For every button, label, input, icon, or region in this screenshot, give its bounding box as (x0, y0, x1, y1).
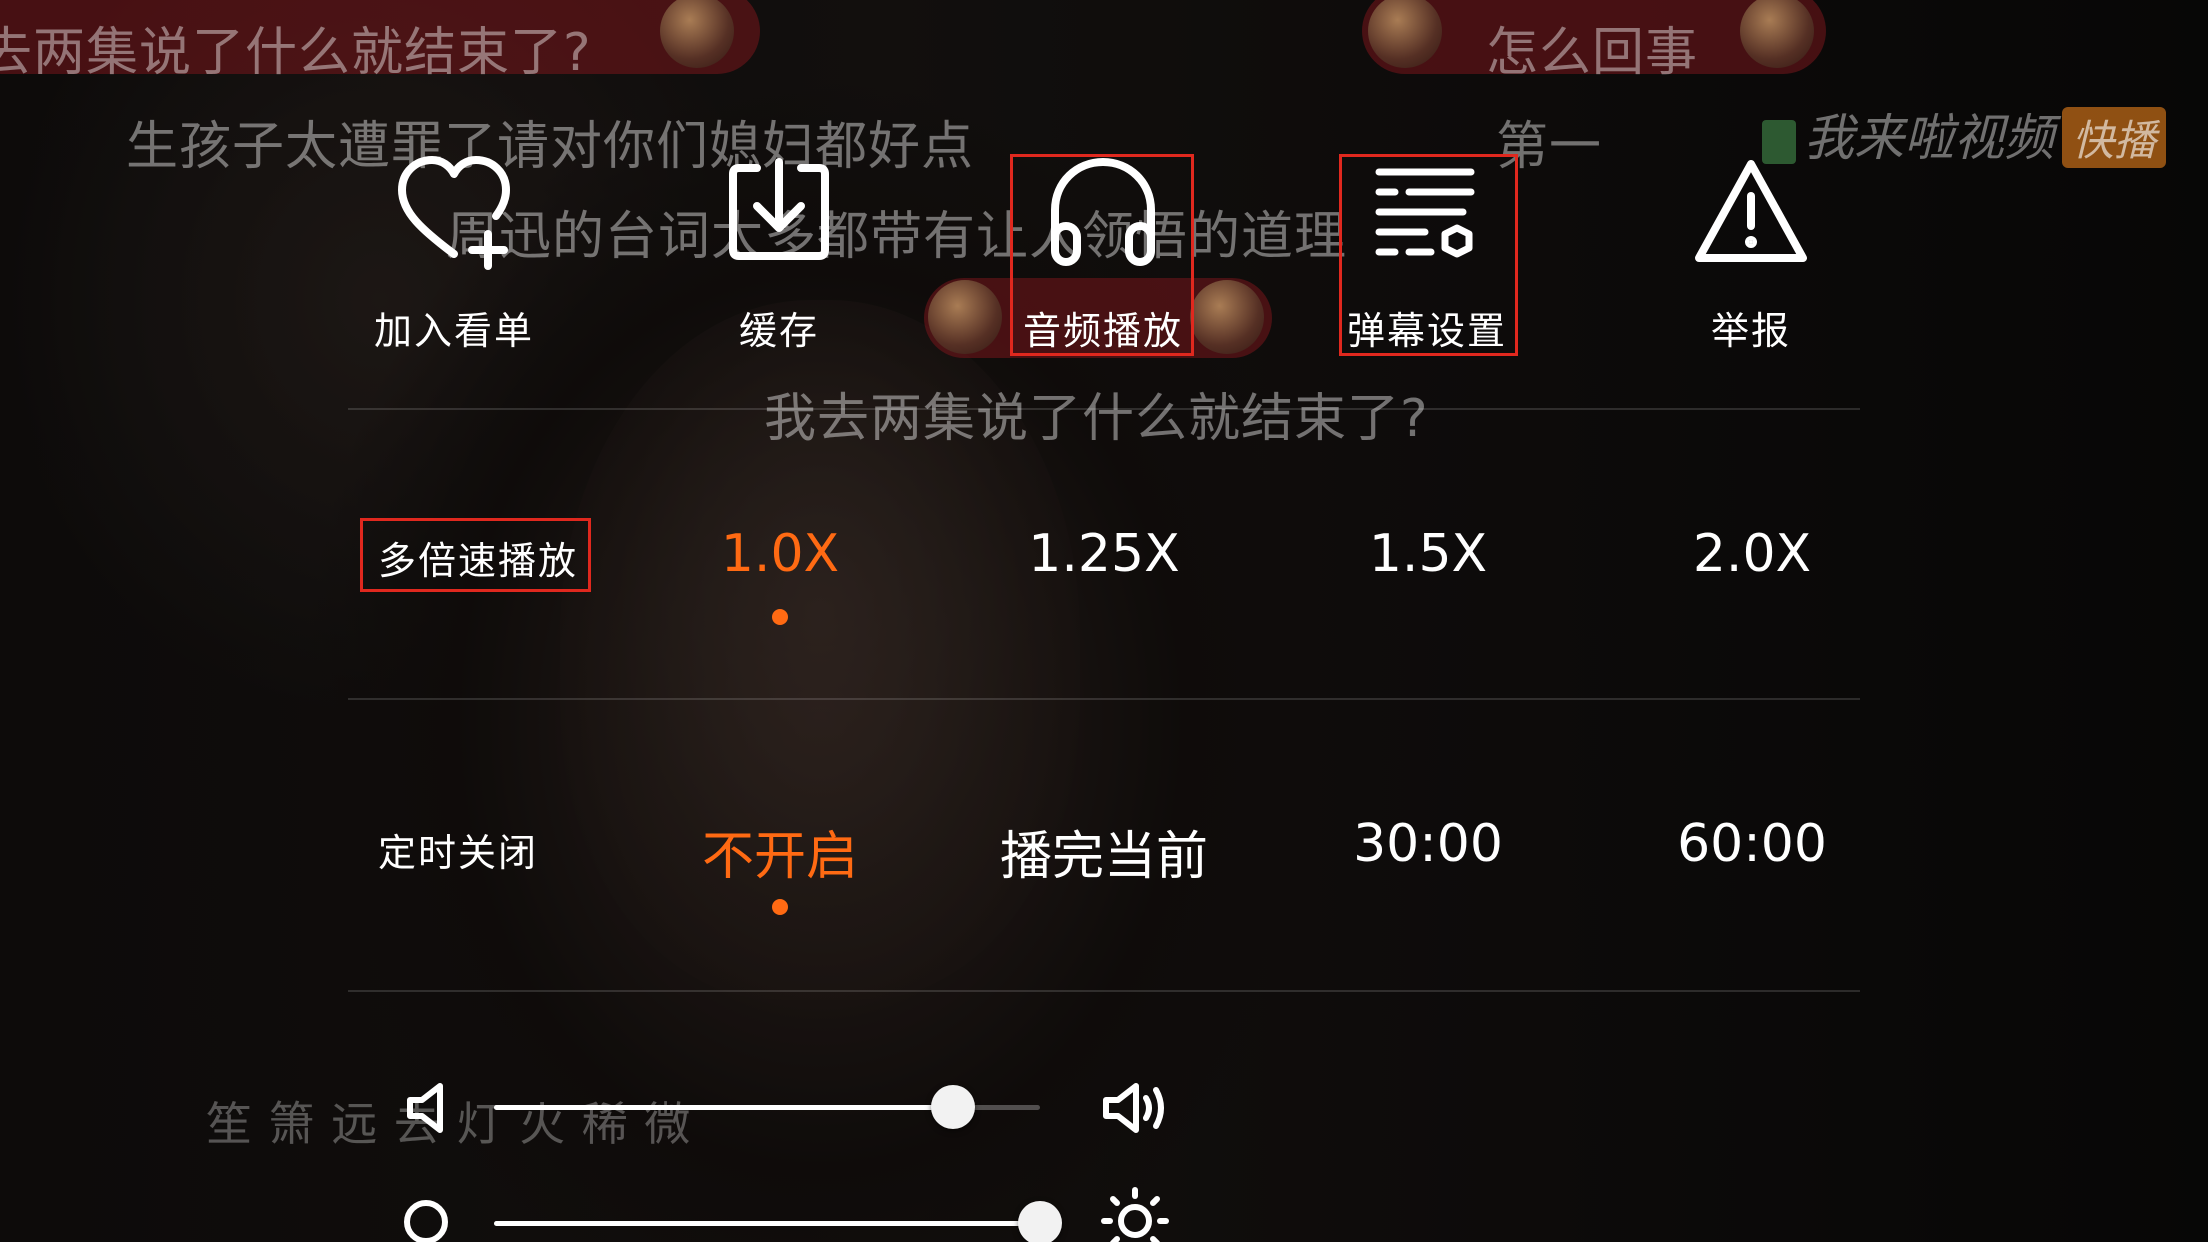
speed-option-1-5x[interactable]: 1.5X (1288, 524, 1568, 584)
video-player-menu: 去两集说了什么就结束了? 怎么回事 生孩子太遭罪了请对你们媳妇都好点 第一 我来… (0, 0, 2208, 1242)
brightness-slider[interactable] (494, 1201, 1062, 1242)
timer-option-after-current[interactable]: 播完当前 (964, 814, 1244, 889)
volume-slider[interactable] (494, 1085, 1040, 1129)
report-button[interactable]: 举报 (1631, 150, 1871, 360)
cache-download-button[interactable]: 缓存 (659, 150, 899, 360)
headphones-icon (1051, 158, 1155, 266)
volume-slider-knob[interactable] (930, 1085, 975, 1129)
danmaku-item: 去两集说了什么就结束了? (0, 23, 592, 83)
speed-option-2x[interactable]: 2.0X (1612, 524, 1892, 584)
divider (348, 408, 1860, 410)
timer-row-label: 定时关闭 (378, 831, 539, 875)
danmaku-settings-button[interactable]: 弹幕设置 (1307, 150, 1547, 360)
timer-option-60-min[interactable]: 60:00 (1612, 814, 1892, 874)
speed-option-1x[interactable]: 1.0X (640, 524, 920, 584)
selected-indicator (772, 609, 788, 625)
action-label: 加入看单 (373, 309, 534, 353)
action-label: 举报 (1710, 309, 1791, 353)
divider (348, 698, 1860, 700)
audio-playback-button[interactable]: 音频播放 (983, 150, 1223, 360)
action-label: 音频播放 (1022, 309, 1183, 353)
add-to-watchlist-button[interactable]: 加入看单 (334, 150, 574, 360)
danmaku-item: 我去两集说了什么就结束了? (764, 389, 1429, 449)
warning-icon (1695, 160, 1807, 262)
heart-plus-icon (398, 156, 510, 270)
speed-option-1-25x[interactable]: 1.25X (964, 524, 1244, 584)
brightness-high-icon[interactable] (1100, 1186, 1170, 1242)
divider (348, 990, 1860, 992)
selected-indicator (772, 899, 788, 915)
volume-high-icon[interactable] (1100, 1078, 1170, 1138)
brightness-slider-fill (494, 1221, 1040, 1226)
action-label: 弹幕设置 (1346, 309, 1507, 353)
volume-slider-fill (494, 1105, 953, 1110)
brightness-slider-knob[interactable] (1018, 1201, 1062, 1242)
action-label: 缓存 (738, 309, 819, 353)
danmaku-settings-icon (1375, 168, 1475, 258)
download-icon (729, 158, 829, 260)
volume-low-icon[interactable] (404, 1080, 456, 1136)
timer-option-30-min[interactable]: 30:00 (1288, 814, 1568, 874)
brightness-low-icon[interactable] (400, 1196, 452, 1242)
danmaku-item: 怎么回事 (1486, 23, 1699, 83)
timer-option-off[interactable]: 不开启 (640, 814, 920, 889)
speed-row-label: 多倍速播放 (378, 539, 579, 583)
